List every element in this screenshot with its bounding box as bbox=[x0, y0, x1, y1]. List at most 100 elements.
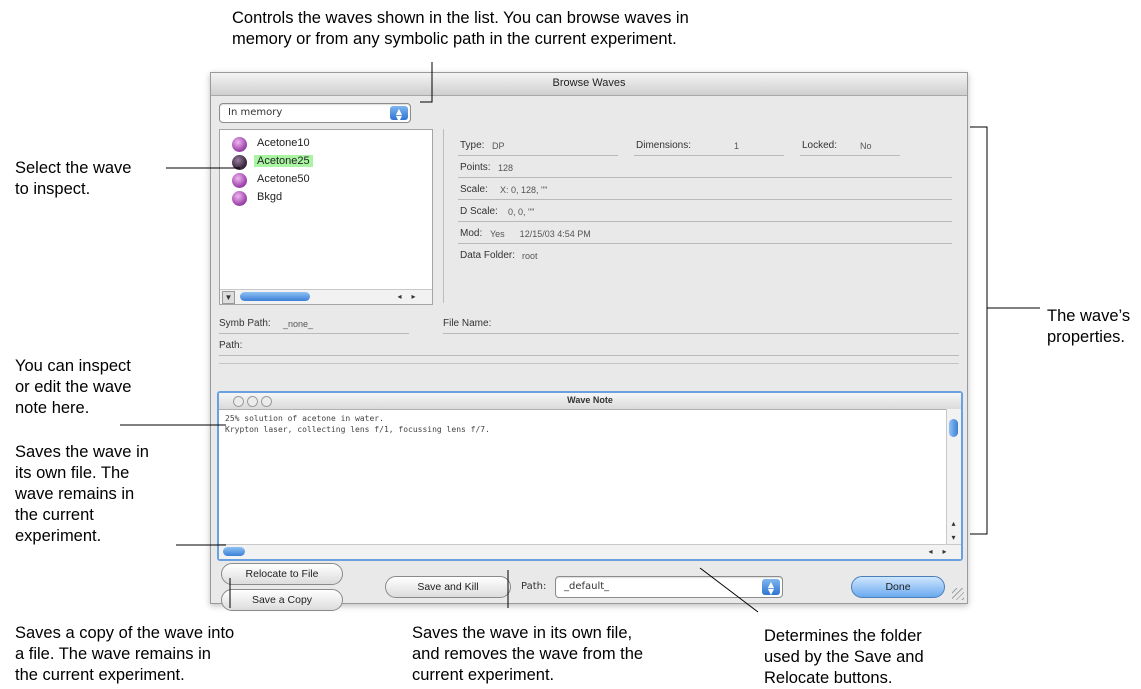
wave-icon bbox=[232, 173, 247, 188]
done-button[interactable]: Done bbox=[851, 576, 945, 598]
prop-dscale: D Scale: 0, 0, "" bbox=[458, 203, 952, 222]
wave-note-editor[interactable]: Wave Note 25% solution of acetone in wat… bbox=[217, 391, 963, 561]
prop-mod: Mod: Yes 12/15/03 4:54 PM bbox=[458, 225, 952, 244]
callout-line: a file. The wave remains in bbox=[15, 645, 211, 663]
save-path-label: Path: bbox=[521, 581, 547, 592]
callout-line: The wave’s bbox=[1047, 307, 1131, 325]
scroll-left-icon[interactable]: ◂ bbox=[394, 291, 405, 302]
callout-line: memory or from any symbolic path in the … bbox=[232, 30, 677, 48]
callout-line: current experiment. bbox=[412, 666, 555, 684]
wave-name: Acetone25 bbox=[254, 155, 313, 167]
callout-line: Saves the wave in bbox=[15, 443, 149, 461]
dialog-title: Browse Waves bbox=[552, 77, 626, 89]
callout-line: properties. bbox=[1047, 328, 1125, 346]
source-select[interactable]: In memory ▲ ▼ bbox=[219, 103, 411, 123]
prop-label: Type: bbox=[460, 140, 485, 151]
prop-value: DP bbox=[492, 141, 505, 151]
prop-label: Mod: bbox=[460, 228, 483, 239]
symb-path-label: Symb Path: bbox=[219, 318, 271, 329]
prop-label: Data Folder: bbox=[460, 250, 516, 261]
callout-line: the current bbox=[15, 506, 94, 524]
callout-line: Saves a copy of the wave into bbox=[15, 624, 235, 642]
title-bar[interactable]: Browse Waves bbox=[211, 73, 967, 96]
dropdown-arrow-icon[interactable]: ▼ bbox=[222, 291, 235, 304]
callout-line: note here. bbox=[15, 399, 90, 417]
callout-line: the current experiment. bbox=[15, 666, 185, 684]
prop-locked: Locked: No bbox=[800, 137, 900, 156]
callout-save-copy: Saves a copy of the wave into a file. Th… bbox=[15, 623, 234, 686]
note-horizontal-scrollbar[interactable]: ◂ ▸ bbox=[219, 544, 961, 559]
save-and-kill-button[interactable]: Save and Kill bbox=[385, 576, 511, 598]
callout-line: its own file. The bbox=[15, 464, 130, 482]
callout-line: used by the Save and bbox=[764, 648, 924, 666]
prop-value: 0, 0, "" bbox=[508, 207, 535, 217]
wave-note-text[interactable]: 25% solution of acetone in water. Krypto… bbox=[225, 413, 490, 435]
prop-label: D Scale: bbox=[460, 206, 498, 217]
callout-line: experiment. bbox=[15, 527, 102, 545]
note-vertical-scrollbar[interactable]: ▴ ▾ bbox=[946, 409, 961, 545]
prop-label: Locked: bbox=[802, 140, 838, 151]
updown-arrows-icon: ▲ ▼ bbox=[390, 106, 408, 123]
scroll-left-icon[interactable]: ◂ bbox=[925, 546, 936, 557]
prop-value: Yes 12/15/03 4:54 PM bbox=[490, 229, 591, 239]
scroll-thumb[interactable] bbox=[949, 419, 958, 437]
prop-points: Points: 128 bbox=[458, 159, 952, 178]
divider bbox=[219, 363, 959, 364]
wave-list[interactable]: Acetone10 Acetone25 Acetone50 Bkgd ▼ ◂ ▸ bbox=[219, 129, 433, 305]
callout-wave-note: You can inspect or edit the wave note he… bbox=[15, 356, 131, 419]
scroll-down-icon[interactable]: ▾ bbox=[948, 532, 959, 543]
save-a-copy-button[interactable]: Save a Copy bbox=[221, 589, 343, 611]
prop-scale: Scale: X: 0, 128, "" bbox=[458, 181, 952, 200]
callout-source-select: Controls the waves shown in the list. Yo… bbox=[232, 8, 689, 50]
wave-properties-panel: Type: DP Dimensions: 1 Locked: No Points… bbox=[443, 129, 960, 303]
wave-name: Bkgd bbox=[257, 191, 283, 203]
callout-line: to inspect. bbox=[15, 180, 91, 198]
file-name-label: File Name: bbox=[443, 318, 492, 329]
callout-relocate: Saves the wave in its own file. The wave… bbox=[15, 442, 149, 547]
prop-data-folder: Data Folder: root bbox=[458, 247, 952, 265]
prop-label: Dimensions: bbox=[636, 140, 692, 151]
path-field: Path: bbox=[219, 337, 959, 356]
scroll-up-icon[interactable]: ▴ bbox=[948, 518, 959, 529]
list-horizontal-scrollbar[interactable]: ▼ ◂ ▸ bbox=[220, 289, 432, 304]
resize-grip-icon[interactable] bbox=[952, 588, 964, 600]
save-path-select[interactable]: _default_ ▲ ▼ bbox=[555, 576, 783, 598]
prop-label: Points: bbox=[460, 162, 491, 173]
scroll-right-icon[interactable]: ▸ bbox=[408, 291, 419, 302]
scroll-thumb[interactable] bbox=[240, 292, 310, 301]
prop-dimensions: Dimensions: 1 bbox=[634, 137, 784, 156]
scroll-right-icon[interactable]: ▸ bbox=[939, 546, 950, 557]
symb-path-value: _none_ bbox=[283, 319, 314, 329]
wave-icon bbox=[232, 137, 247, 152]
symb-path-field: Symb Path: _none_ bbox=[219, 315, 409, 334]
wave-note-titlebar: Wave Note bbox=[219, 393, 961, 410]
note-line: Krypton laser, collecting lens f/1, focu… bbox=[225, 425, 490, 434]
source-select-value: In memory bbox=[228, 107, 283, 118]
callout-line: or edit the wave bbox=[15, 378, 132, 396]
scroll-thumb[interactable] bbox=[223, 547, 245, 556]
prop-value: 128 bbox=[498, 163, 514, 173]
browse-waves-dialog: Browse Waves In memory ▲ ▼ Acetone10 Acet… bbox=[210, 72, 968, 611]
wave-name: Acetone50 bbox=[257, 173, 310, 185]
path-label: Path: bbox=[219, 340, 243, 351]
relocate-to-file-button[interactable]: Relocate to File bbox=[221, 563, 343, 585]
callout-line: Determines the folder bbox=[764, 627, 922, 645]
callout-line: Controls the waves shown in the list. Yo… bbox=[232, 9, 689, 27]
callout-line: Select the wave bbox=[15, 159, 132, 177]
prop-value: No bbox=[860, 141, 872, 151]
save-path-value: _default_ bbox=[564, 581, 610, 592]
prop-value: root bbox=[522, 251, 538, 261]
callout-line: wave remains in bbox=[15, 485, 135, 503]
callout-properties: The wave’s properties. bbox=[1047, 306, 1130, 348]
callout-line: You can inspect bbox=[15, 357, 131, 375]
prop-type: Type: DP bbox=[458, 137, 618, 156]
callout-line: and removes the wave from the bbox=[412, 645, 644, 663]
file-name-field: File Name: bbox=[443, 315, 959, 334]
wave-icon bbox=[232, 191, 247, 206]
callout-line: Relocate buttons. bbox=[764, 669, 893, 687]
callout-line: Saves the wave in its own file, bbox=[412, 624, 633, 642]
callout-save-kill: Saves the wave in its own file, and remo… bbox=[412, 623, 643, 686]
wave-icon bbox=[232, 155, 247, 170]
note-line: 25% solution of acetone in water. bbox=[225, 414, 384, 423]
prop-value: X: 0, 128, "" bbox=[500, 185, 548, 195]
